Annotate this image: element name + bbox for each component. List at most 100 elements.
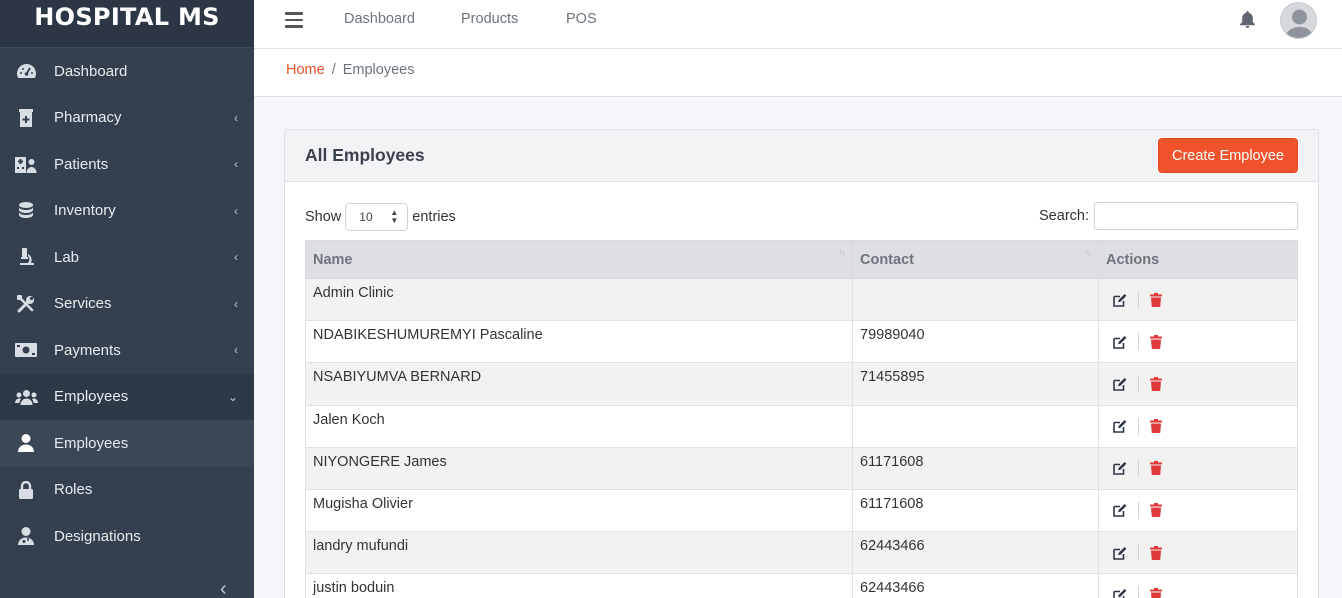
column-header-contact[interactable]: Contact ↑↓	[852, 240, 1099, 279]
delete-icon[interactable]	[1150, 376, 1164, 391]
chevron-left-icon: ‹	[234, 343, 238, 358]
cell-name: Admin Clinic	[305, 277, 853, 322]
sort-icon: ↑↓	[1084, 247, 1092, 257]
user-md-icon	[14, 526, 38, 546]
delete-icon[interactable]	[1150, 419, 1164, 434]
nav-link-products[interactable]: Products	[461, 11, 518, 27]
sidebar-item-dashboard[interactable]: Dashboard	[0, 48, 254, 95]
table-body: Admin Clinic NDABIKESHUMUREMYI Pascaline 7…	[305, 277, 1298, 598]
cell-contact	[852, 277, 1099, 322]
user-avatar[interactable]	[1280, 2, 1317, 39]
delete-icon[interactable]	[1150, 587, 1164, 598]
employees-table: Name ↑↓ Contact ↑↓ Actions Admin Clinic NDA…	[305, 240, 1298, 598]
nav-link-dashboard[interactable]: Dashboard	[344, 11, 415, 27]
sidebar-item-payments[interactable]: Payments ‹	[0, 327, 254, 374]
table-row: Mugisha Olivier 61171608	[305, 488, 1298, 533]
sidebar-item-inventory[interactable]: Inventory ‹	[0, 188, 254, 235]
cell-name: justin boduin	[305, 573, 853, 598]
breadcrumb-home-link[interactable]: Home	[286, 62, 325, 78]
cell-actions	[1098, 404, 1298, 448]
sidebar-item-lab[interactable]: Lab ‹	[0, 234, 254, 281]
edit-icon[interactable]	[1113, 419, 1127, 433]
sidebar-item-label: Payments	[54, 341, 121, 359]
brand[interactable]: HOSPITAL MS	[0, 0, 254, 48]
sidebar-item-label: Dashboard	[54, 62, 128, 80]
select-arrows-icon: ▲ ▼	[390, 208, 399, 225]
delete-icon[interactable]	[1150, 334, 1164, 349]
edit-icon[interactable]	[1113, 588, 1127, 598]
sidebar-collapse-icon[interactable]: ‹	[220, 578, 227, 598]
delete-icon[interactable]	[1150, 545, 1164, 560]
create-employee-button[interactable]: Create Employee	[1157, 138, 1298, 173]
cell-actions	[1098, 488, 1298, 533]
sidebar-item-label: Pharmacy	[54, 109, 122, 127]
search-label: Search:	[1039, 208, 1089, 224]
breadcrumb: Home / Employees	[286, 62, 414, 78]
table-row: Jalen Koch	[305, 404, 1298, 448]
cell-name: NIYONGERE James	[305, 446, 853, 490]
search-input[interactable]	[1094, 202, 1298, 230]
cell-actions	[1098, 362, 1298, 406]
edit-icon[interactable]	[1113, 293, 1127, 307]
sidebar-item-label: Employees	[54, 388, 129, 406]
entries-select[interactable]: 10 ▲ ▼	[345, 203, 409, 231]
employees-card: All Employees Create Employee Show 10 ▲ ▼…	[284, 129, 1319, 598]
users-icon	[14, 387, 38, 407]
sidebar-item-label: Lab	[54, 248, 80, 266]
tachometer-icon	[14, 61, 38, 81]
table-row: NDABIKESHUMUREMYI Pascaline 79989040	[305, 320, 1298, 364]
cell-contact: 62443466	[852, 531, 1099, 575]
edit-icon[interactable]	[1113, 503, 1127, 518]
sidebar-item-label: Services	[54, 295, 112, 313]
cell-name: Mugisha Olivier	[305, 488, 853, 533]
cell-actions	[1098, 573, 1298, 598]
hospital-user-icon	[14, 154, 38, 174]
brand-title: HOSPITAL MS	[34, 2, 220, 31]
breadcrumb-separator: /	[331, 62, 336, 78]
sidebar-item-label: Designations	[54, 527, 141, 545]
sidebar-item-employees-group[interactable]: Employees ⌄	[0, 373, 254, 420]
table-row: landry mufundi 62443466	[305, 531, 1298, 575]
delete-icon[interactable]	[1150, 503, 1164, 518]
sidebar-item-patients[interactable]: Patients ‹	[0, 141, 254, 188]
entries-select-value: 10	[359, 210, 373, 224]
entries-label: entries	[412, 209, 456, 225]
cell-actions	[1098, 531, 1298, 575]
edit-icon[interactable]	[1113, 377, 1127, 391]
sidebar-item-label: Patients	[54, 155, 109, 173]
money-bill-icon	[14, 340, 38, 360]
sidebar-item-designations[interactable]: Designations	[0, 513, 254, 560]
delete-icon[interactable]	[1150, 292, 1164, 307]
column-header-name[interactable]: Name ↑↓	[305, 240, 853, 279]
show-label: Show	[305, 209, 342, 225]
sidebar-item-employees[interactable]: Employees	[0, 420, 254, 467]
delete-icon[interactable]	[1150, 461, 1164, 476]
cell-name: Jalen Koch	[305, 404, 853, 448]
microscope-icon	[14, 247, 38, 267]
cell-contact: 61171608	[852, 446, 1099, 490]
edit-icon[interactable]	[1113, 461, 1127, 476]
chevron-left-icon: ‹	[234, 110, 238, 125]
table-row: NIYONGERE James 61171608	[305, 446, 1298, 490]
action-divider	[1138, 375, 1139, 393]
sidebar: HOSPITAL MS Dashboard Pharmacy ‹ Patient…	[0, 0, 254, 598]
sidebar-nav: Dashboard Pharmacy ‹ Patients ‹ Inventor…	[0, 48, 254, 560]
table-row: NSABIYUMVA BERNARD 71455895	[305, 362, 1298, 406]
card-title: All Employees	[305, 145, 425, 165]
column-header-actions: Actions	[1098, 240, 1298, 279]
table-row: justin boduin 62443466	[305, 573, 1298, 598]
edit-icon[interactable]	[1113, 546, 1127, 560]
nav-link-pos[interactable]: POS	[566, 11, 597, 27]
menu-toggle-icon[interactable]	[285, 12, 303, 28]
bell-icon[interactable]	[1240, 11, 1255, 33]
action-divider	[1138, 333, 1139, 351]
sidebar-item-roles[interactable]: Roles	[0, 467, 254, 514]
table-row: Admin Clinic	[305, 277, 1298, 322]
cell-contact: 79989040	[852, 320, 1099, 364]
chevron-left-icon: ‹	[234, 296, 238, 311]
edit-icon[interactable]	[1113, 335, 1127, 349]
table-search: Search:	[1039, 202, 1298, 230]
sidebar-item-services[interactable]: Services ‹	[0, 281, 254, 328]
sidebar-item-pharmacy[interactable]: Pharmacy ‹	[0, 95, 254, 142]
cell-contact: 71455895	[852, 362, 1099, 406]
